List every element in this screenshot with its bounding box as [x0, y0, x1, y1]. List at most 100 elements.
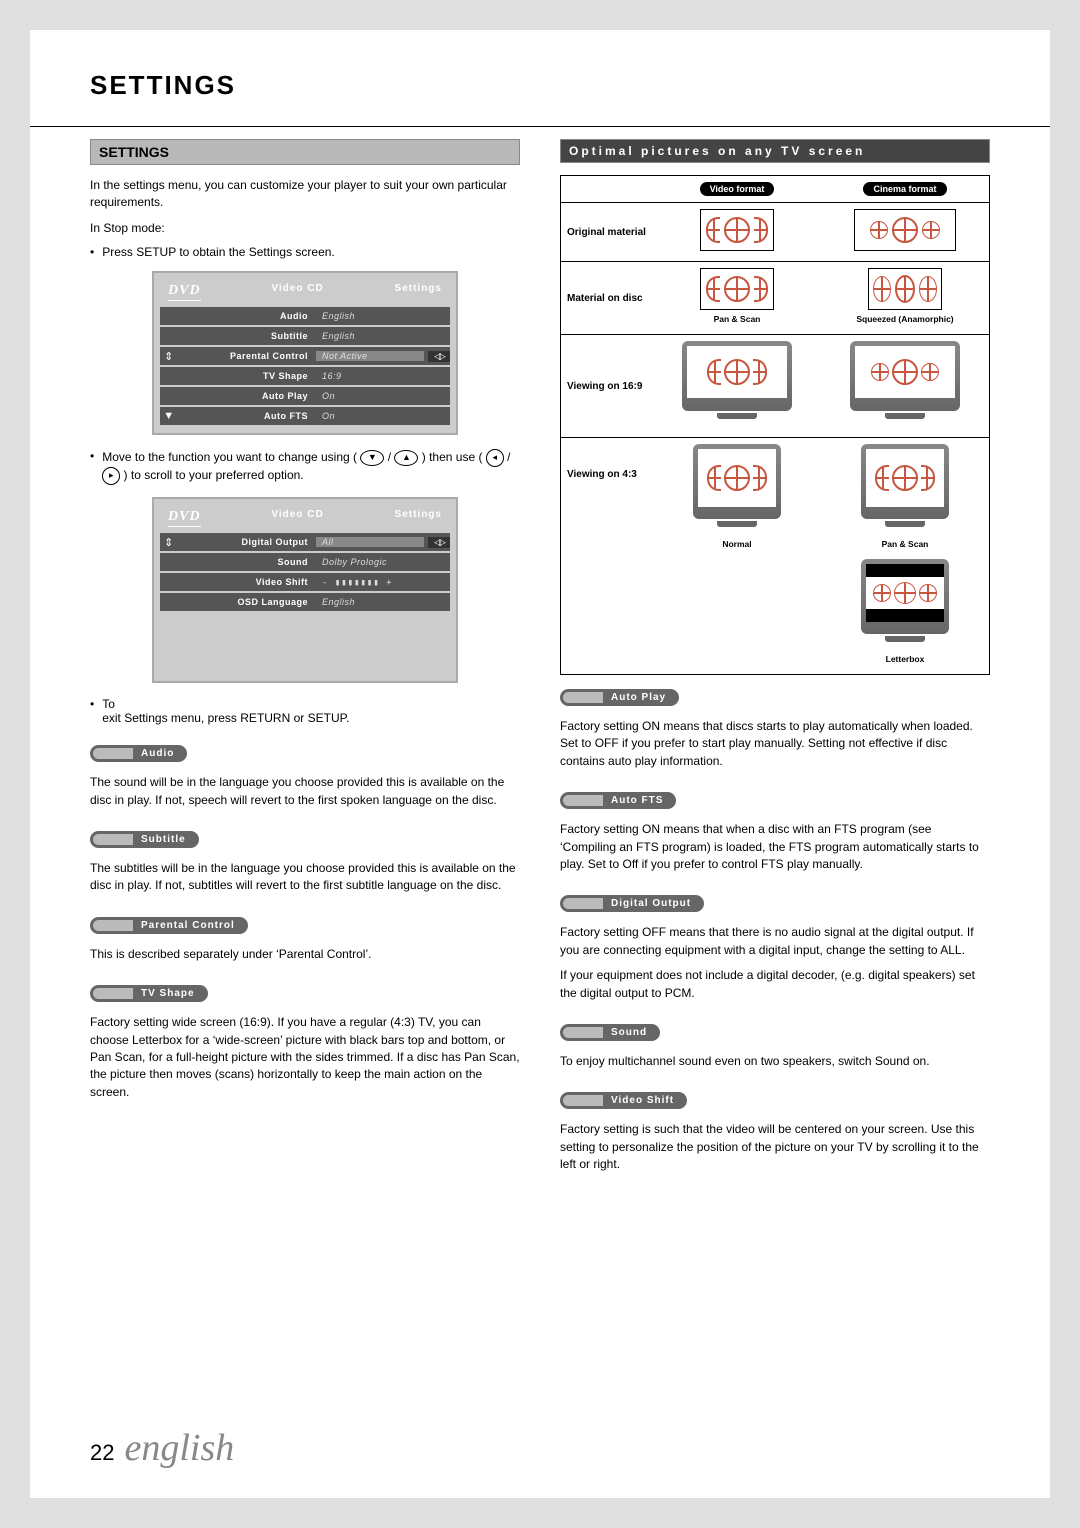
osd-row: SoundDolby Prologic — [160, 553, 450, 571]
section-body: Factory setting is such that the video w… — [560, 1121, 990, 1173]
manual-page: SETTINGS SETTINGS In the settings menu, … — [30, 30, 1050, 1498]
osd1-right: Settings — [395, 283, 442, 301]
osd-label: Auto Play — [178, 391, 316, 401]
osd-value: Not Active — [316, 351, 424, 361]
illus-material-cinema: Squeezed (Anamorphic) — [821, 262, 989, 334]
illus-original-cinema — [821, 203, 989, 261]
osd-value: English — [316, 311, 450, 321]
bullet-exit: • To exit Settings menu, press RETURN or… — [90, 697, 520, 725]
illus-169-cinema — [821, 335, 989, 437]
bullet-icon: • — [90, 449, 94, 463]
section-pill: Auto Play — [560, 689, 679, 706]
osd-label: TV Shape — [178, 371, 316, 381]
row-original: Original material — [561, 222, 653, 243]
osd-row: TV Shape16:9 — [160, 367, 450, 385]
osd-value: English — [316, 597, 450, 607]
optimal-header: Optimal pictures on any TV screen — [560, 139, 990, 163]
down-icon — [160, 410, 178, 422]
row-view169: Viewing on 16:9 — [561, 376, 653, 397]
page-footer: 22 english — [90, 1426, 234, 1470]
osd-label: Auto FTS — [178, 411, 316, 421]
intro-text: In the settings menu, you can customize … — [90, 177, 520, 212]
osd-row: AudioEnglish — [160, 307, 450, 325]
section-body: Factory setting wide screen (16:9). If y… — [90, 1014, 520, 1101]
left-right-arrows-icon: ◁▷ — [428, 351, 450, 362]
left-arrow-icon: ◂ — [486, 449, 504, 467]
illus-original-video — [653, 203, 821, 261]
osd-value: English — [316, 331, 450, 341]
settings-header: SETTINGS — [90, 139, 520, 165]
col-video-format: Video format — [700, 182, 775, 196]
osd-label: Digital Output — [178, 537, 316, 547]
osd-row: SubtitleEnglish — [160, 327, 450, 345]
move-instruction: Move to the function you want to change … — [102, 449, 520, 485]
section-body: Factory setting OFF means that there is … — [560, 924, 990, 959]
section-pill: Sound — [560, 1024, 660, 1041]
dvd-logo: DVD — [168, 509, 201, 527]
section-body: To enjoy multichannel sound even on two … — [560, 1053, 990, 1070]
osd-row: Auto FTSOn — [160, 407, 450, 425]
press-setup-text: Press SETUP to obtain the Settings scree… — [102, 245, 335, 259]
section-pill: Video Shift — [560, 1092, 687, 1109]
section-body: The subtitles will be in the language yo… — [90, 860, 520, 895]
osd-menu-2: DVD Video CD Settings Digital OutputAll ◁… — [152, 497, 458, 683]
osd-value: - ▮▮▮▮▮▮▮ + — [316, 577, 450, 588]
stop-mode-text: In Stop mode: — [90, 220, 520, 237]
osd-row: Video Shift- ▮▮▮▮▮▮▮ + — [160, 573, 450, 591]
right-column: Optimal pictures on any TV screen Video … — [560, 139, 990, 1181]
section-body: Factory setting ON means that when a dis… — [560, 821, 990, 873]
illus-material-video: Pan & Scan — [653, 262, 821, 334]
dvd-logo: DVD — [168, 283, 201, 301]
osd-row: Digital OutputAll ◁▷ — [160, 533, 450, 551]
osd1-left: Video CD — [271, 283, 323, 301]
osd-label: Video Shift — [178, 577, 316, 587]
osd-row: OSD LanguageEnglish — [160, 593, 450, 611]
osd-value: All — [316, 537, 424, 547]
section-pill: TV Shape — [90, 985, 208, 1002]
osd-value: 16:9 — [316, 371, 450, 381]
left-right-arrows-icon: ◁▷ — [428, 537, 450, 548]
osd-value: On — [316, 411, 450, 421]
up-arrow-icon: ▲ — [394, 450, 418, 466]
updown-icon — [160, 536, 178, 549]
osd2-left: Video CD — [271, 509, 323, 527]
illus-43-normal: Normal — [653, 438, 821, 559]
section-pill: Digital Output — [560, 895, 704, 912]
section-body: The sound will be in the language you ch… — [90, 774, 520, 809]
bullet-icon: • — [90, 697, 94, 711]
bullet-move: • Move to the function you want to chang… — [90, 449, 520, 485]
section-pill: Subtitle — [90, 831, 199, 848]
section-body: If your equipment does not include a dig… — [560, 967, 990, 1002]
left-column: SETTINGS In the settings menu, you can c… — [90, 139, 520, 1181]
illus-43-cinema: Pan & Scan Letterbox — [821, 438, 989, 674]
exit-b: exit Settings menu, press RETURN or SETU… — [102, 711, 349, 725]
illus-169-video — [653, 335, 821, 437]
osd-label: Subtitle — [178, 331, 316, 341]
osd-value: On — [316, 391, 450, 401]
bullet-setup: • Press SETUP to obtain the Settings scr… — [90, 245, 520, 259]
col-cinema-format: Cinema format — [863, 182, 946, 196]
bullet-icon: • — [90, 245, 94, 259]
section-body: This is described separately under ‘Pare… — [90, 946, 520, 963]
osd-value: Dolby Prologic — [316, 557, 450, 567]
exit-a: To — [102, 697, 115, 711]
down-arrow-icon: ▼ — [360, 450, 384, 466]
updown-icon — [160, 350, 178, 363]
osd-label: Parental Control — [178, 351, 316, 361]
osd-row: Parental ControlNot Active ◁▷ — [160, 347, 450, 365]
page-number: 22 — [90, 1440, 114, 1466]
osd-row: Auto PlayOn — [160, 387, 450, 405]
osd-label: OSD Language — [178, 597, 316, 607]
osd-label: Sound — [178, 557, 316, 567]
section-pill: Audio — [90, 745, 187, 762]
section-pill: Parental Control — [90, 917, 248, 934]
language-label: english — [124, 1426, 234, 1470]
row-view43: Viewing on 4:3 — [561, 438, 653, 485]
row-material: Material on disc — [561, 288, 653, 309]
tv-comparison-grid: Video format Cinema format Original mate… — [560, 175, 990, 675]
osd2-right: Settings — [395, 509, 442, 527]
section-body: Factory setting ON means that discs star… — [560, 718, 990, 770]
osd-menu-1: DVD Video CD Settings AudioEnglishSubtit… — [152, 271, 458, 435]
osd-label: Audio — [178, 311, 316, 321]
page-title: SETTINGS — [90, 70, 990, 101]
